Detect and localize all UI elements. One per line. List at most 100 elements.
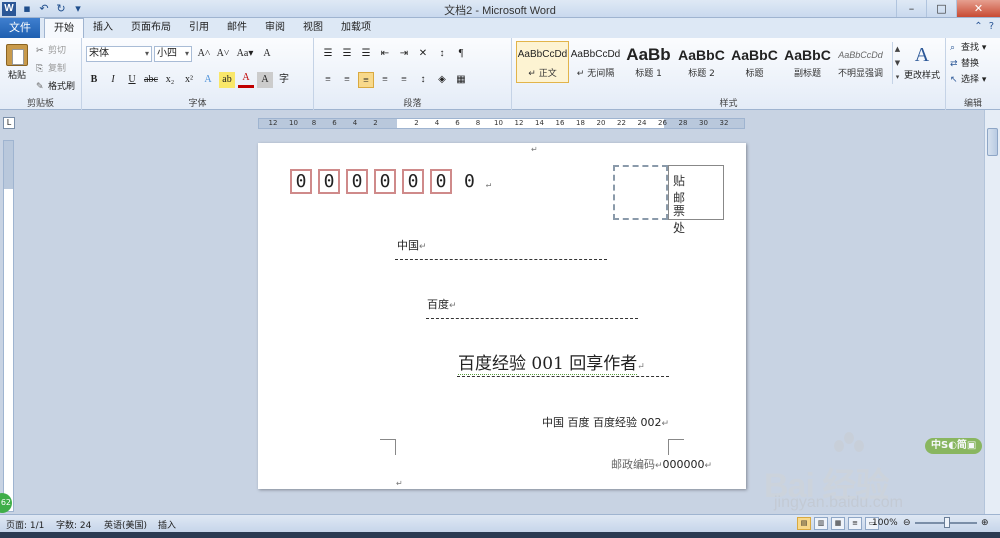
bold-button[interactable]: B [86, 72, 102, 88]
justify-button[interactable]: ≡ [377, 72, 393, 88]
maximize-button[interactable]: □ [926, 0, 956, 17]
zip-digit-box: 0 [346, 169, 368, 194]
zoom-out-icon[interactable]: ⊖ [903, 518, 911, 528]
clear-format-button[interactable]: A [259, 46, 275, 62]
replace-label: 替换 [961, 59, 980, 69]
format-painter-button[interactable]: ✎ 格式刷 [36, 78, 75, 96]
font-color-button[interactable]: A [238, 72, 254, 88]
help-icon[interactable]: ? [989, 21, 994, 32]
minimize-button[interactable]: – [896, 0, 926, 17]
close-button[interactable]: ✕ [956, 0, 1000, 17]
find-label: 查找 ▾ [961, 43, 987, 53]
line-spacing-button[interactable]: ↕ [415, 72, 431, 88]
tab-selector-icon[interactable]: L [3, 117, 15, 129]
tab-mailings[interactable]: 邮件 [218, 18, 256, 38]
change-styles-icon: A [914, 44, 930, 66]
language-indicator[interactable]: 英语(美国) [104, 518, 147, 531]
superscript-button[interactable]: x² [181, 72, 197, 88]
paragraph-mark: ↵ [655, 461, 663, 471]
web-layout-icon[interactable]: ▦ [831, 517, 845, 530]
style-subtle-emphasis[interactable]: AaBbCcDd 不明显强调 [834, 41, 887, 83]
watermark-url: jingyan.baidu.com [774, 494, 903, 511]
grow-font-button[interactable]: A˄ [196, 46, 212, 62]
shrink-font-button[interactable]: A˅ [215, 46, 231, 62]
vertical-ruler[interactable] [3, 140, 14, 512]
distributed-button[interactable]: ≡ [396, 72, 412, 88]
strikethrough-button[interactable]: abc [143, 72, 159, 88]
font-size-select[interactable]: 小四 [154, 46, 192, 62]
style-title[interactable]: AaBbC 标题 [728, 41, 781, 83]
bullets-button[interactable]: ☰ [320, 46, 336, 62]
copy-icon: ⎘ [36, 64, 44, 74]
word-count[interactable]: 字数: 24 [56, 518, 91, 531]
tab-addins[interactable]: 加载项 [332, 18, 380, 38]
horizontal-ruler[interactable]: 12 10 8 6 4 2 2 4 6 8 10 12 14 16 18 20 22 24 26 28 30 32 [258, 118, 745, 129]
tab-view[interactable]: 视图 [294, 18, 332, 38]
style-sample: AaBbCcDd [517, 49, 568, 60]
decrease-indent-button[interactable]: ⇤ [377, 46, 393, 62]
highlight-button[interactable]: ab [219, 72, 235, 88]
tab-references[interactable]: 引用 [180, 18, 218, 38]
char-shading-button[interactable]: A [257, 72, 273, 88]
page-count[interactable]: 页面: 1/1 [6, 518, 44, 531]
subscript-button[interactable]: x₂ [162, 72, 178, 88]
style-normal[interactable]: AaBbCcDd ↵ 正文 [516, 41, 569, 83]
tab-review[interactable]: 审阅 [256, 18, 294, 38]
select-icon: ↖ [950, 75, 958, 85]
zoom-level[interactable]: 100% [872, 518, 898, 528]
tab-insert[interactable]: 插入 [84, 18, 122, 38]
tab-home[interactable]: 开始 [44, 18, 84, 38]
style-name: 标题 [745, 69, 764, 79]
select-button[interactable]: ↖ 选择 ▾ [950, 72, 986, 88]
enclose-char-button[interactable]: 字 [276, 72, 292, 88]
change-styles-button[interactable]: A 更改样式 [900, 42, 944, 81]
style-subtitle[interactable]: AaBbC 副标题 [781, 41, 834, 83]
ruler-tick-label: 10 [289, 119, 298, 127]
style-name: ↵ 正文 [528, 69, 557, 79]
multilevel-list-button[interactable]: ☰ [358, 46, 374, 62]
status-bar: 页面: 1/1 字数: 24 英语(美国) 插入 ▤ ▥ ▦ ≡ ▭ 100% … [0, 514, 1000, 532]
zoom-in-icon[interactable]: ⊕ [981, 518, 989, 528]
change-case-button[interactable]: Aa▾ [234, 46, 256, 62]
style-heading-1[interactable]: AaBb 标题 1 [622, 41, 675, 83]
ime-indicator[interactable]: 中S◐简▣ [925, 438, 983, 454]
ruler-tick-label: 2 [373, 119, 378, 127]
scroll-thumb[interactable] [987, 128, 998, 156]
style-no-spacing[interactable]: AaBbCcDd ↵ 无间隔 [569, 41, 622, 83]
document-page[interactable]: ↵ 0 0 0 0 0 0 0 ↵ 贴邮 票处 中国↵ 百度↵ 百度经验 001… [258, 143, 746, 489]
text-effects-button[interactable]: A [200, 72, 216, 88]
copy-button[interactable]: ⎘ 复制 [36, 60, 75, 78]
align-right-button[interactable]: ≡ [358, 72, 374, 88]
full-screen-reading-icon[interactable]: ▥ [814, 517, 828, 530]
margin-corner-mark [668, 439, 684, 455]
zip-digit-last: 0 [464, 171, 475, 192]
find-button[interactable]: ⌕ 查找 ▾ [950, 40, 986, 56]
cut-button[interactable]: ✂ 剪切 [36, 42, 75, 60]
underline-button[interactable]: U [124, 72, 140, 88]
show-marks-button[interactable]: ¶ [453, 46, 469, 62]
chinese-layout-button[interactable]: ✕ [415, 46, 431, 62]
minimize-ribbon-icon[interactable]: ⌃ [974, 21, 982, 32]
align-left-button[interactable]: ≡ [320, 72, 336, 88]
align-center-button[interactable]: ≡ [339, 72, 355, 88]
zoom-slider-thumb[interactable] [944, 517, 950, 528]
replace-button[interactable]: ⇄ 替换 [950, 56, 986, 72]
increase-indent-button[interactable]: ⇥ [396, 46, 412, 62]
paste-button[interactable]: 粘贴 [4, 44, 30, 81]
insert-mode[interactable]: 插入 [158, 518, 176, 531]
scissors-icon: ✂ [36, 46, 44, 56]
ruler-tick-label: 28 [678, 119, 688, 127]
numbering-button[interactable]: ☰ [339, 46, 355, 62]
italic-button[interactable]: I [105, 72, 121, 88]
font-name-select[interactable]: 宋体 [86, 46, 152, 62]
print-layout-view-icon[interactable]: ▤ [797, 517, 811, 530]
tab-file[interactable]: 文件 [0, 18, 40, 38]
borders-button[interactable]: ▦ [453, 72, 469, 88]
ruler-tick-label: 24 [637, 119, 647, 127]
shading-button[interactable]: ◈ [434, 72, 450, 88]
style-heading-2[interactable]: AaBbC 标题 2 [675, 41, 728, 83]
tab-page-layout[interactable]: 页面布局 [122, 18, 180, 38]
sort-button[interactable]: ↕ [434, 46, 450, 62]
outline-view-icon[interactable]: ≡ [848, 517, 862, 530]
stamp-area [613, 165, 668, 220]
